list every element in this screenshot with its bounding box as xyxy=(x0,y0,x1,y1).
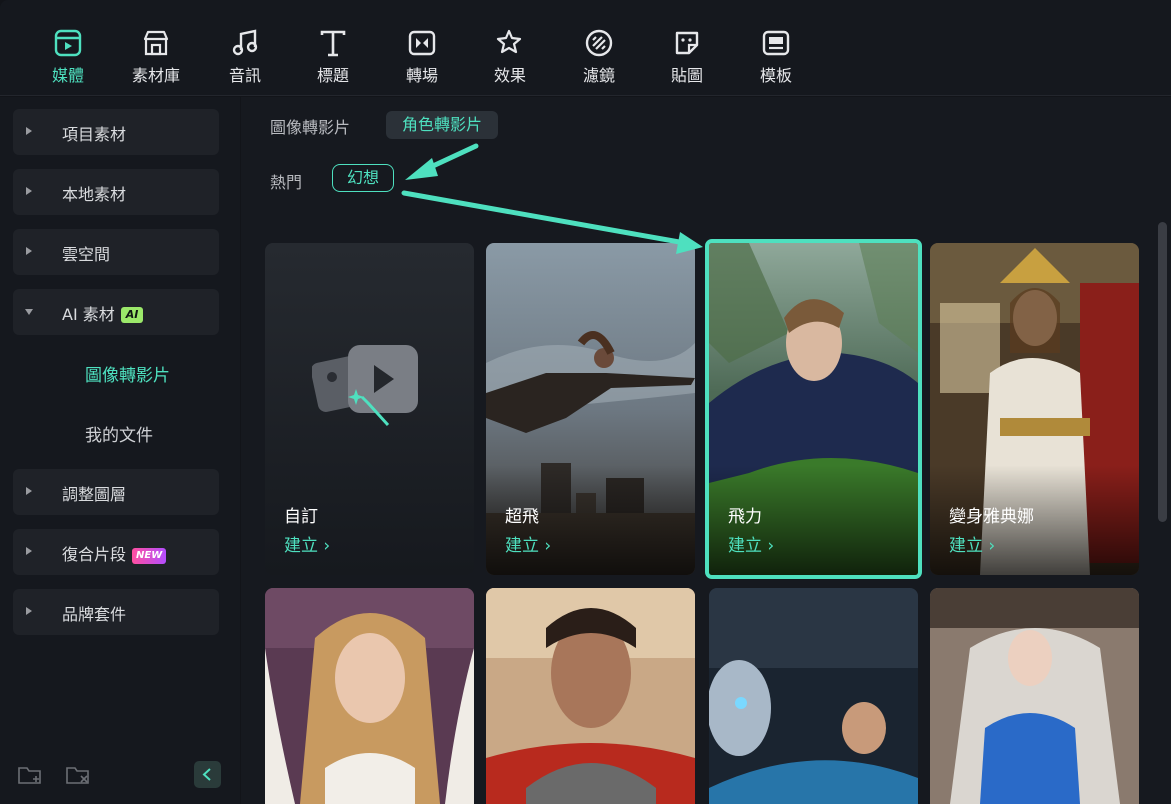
card-title: 變身雅典娜 xyxy=(949,507,1034,527)
toolbar-label: 模板 xyxy=(759,66,792,85)
caret-right-icon xyxy=(26,547,32,555)
cyborg-thumbnail xyxy=(709,588,918,804)
sidebar-item-label: 調整圖層 xyxy=(62,485,127,504)
caret-right-icon xyxy=(26,247,32,255)
new-badge: NEW xyxy=(132,548,167,564)
toolbar-stickers[interactable]: 貼圖 xyxy=(647,28,727,88)
image-to-video-icon xyxy=(312,345,418,427)
sidebar-item-label: 品牌套件 xyxy=(62,605,127,624)
tab-image-to-video[interactable]: 圖像轉影片 xyxy=(270,114,350,138)
card-title: 飛力 xyxy=(728,507,762,527)
effects-star-icon xyxy=(496,29,522,54)
toolbar-audio[interactable]: 音訊 xyxy=(205,28,285,88)
sidebar-item-label: 雲空間 xyxy=(62,245,111,264)
sidebar-item-local-assets[interactable]: 本地素材 xyxy=(13,169,219,215)
ice-princess-thumbnail xyxy=(930,588,1139,804)
toolbar-label: 音訊 xyxy=(228,66,261,85)
template-card-athena[interactable]: 變身雅典娜 建立 › xyxy=(930,243,1139,575)
card-create-link[interactable]: 建立 › xyxy=(505,531,551,556)
hero-thumbnail xyxy=(486,588,695,804)
angel-thumbnail xyxy=(265,588,474,804)
toolbar-label: 貼圖 xyxy=(670,66,703,85)
content-scrollbar[interactable] xyxy=(1158,222,1167,522)
sidebar-item-label-wrap: 復合片段 NEW xyxy=(62,541,167,565)
sidebar-item-adjustment-layer[interactable]: 調整圖層 xyxy=(13,469,219,515)
top-toolbar: 媒體 素材庫 音訊 標題 轉場 效果 濾鏡 貼圖 模板 xyxy=(0,0,1171,96)
toolbar-media[interactable]: 媒體 xyxy=(28,28,108,88)
sidebar-item-label: AI 素材 xyxy=(62,305,115,324)
template-card-superfly[interactable]: 超飛 建立 › xyxy=(486,243,695,575)
delete-folder-icon[interactable] xyxy=(65,764,91,786)
card-create-link[interactable]: 建立 › xyxy=(728,531,774,556)
sidebar-item-label: 復合片段 xyxy=(62,545,127,564)
template-card-angel[interactable] xyxy=(265,588,474,804)
caret-right-icon xyxy=(26,187,32,195)
filter-label-popular: 熱門 xyxy=(270,173,303,192)
toolbar-label: 濾鏡 xyxy=(582,66,615,85)
caret-right-icon xyxy=(26,127,32,135)
toolbar-store[interactable]: 素材庫 xyxy=(116,28,196,88)
text-title-icon xyxy=(320,30,346,57)
card-create-link[interactable]: 建立 › xyxy=(949,531,995,556)
caret-down-icon xyxy=(25,309,33,315)
template-card-ice-princess[interactable] xyxy=(930,588,1139,804)
toolbar-templates[interactable]: 模板 xyxy=(736,28,816,88)
sidebar-item-label: 項目素材 xyxy=(62,125,127,144)
card-title: 自訂 xyxy=(284,507,318,527)
collapse-sidebar-button[interactable] xyxy=(194,761,221,788)
template-card-flying-power[interactable]: 飛力 建立 › xyxy=(705,239,922,579)
toolbar-transitions[interactable]: 轉場 xyxy=(382,28,462,88)
filter-icon xyxy=(585,29,613,57)
sidebar-item-label-wrap: AI 素材 AI xyxy=(62,301,144,325)
sidebar-item-cloud[interactable]: 雲空間 xyxy=(13,229,219,275)
toolbar-filters[interactable]: 濾鏡 xyxy=(559,28,639,88)
music-note-icon xyxy=(232,29,258,56)
filter-fantasy[interactable]: 幻想 xyxy=(332,164,395,192)
template-card-cyborg[interactable] xyxy=(709,588,918,804)
store-icon xyxy=(143,30,169,56)
sidebar-item-ai-assets[interactable]: AI 素材 AI xyxy=(13,289,219,335)
sidebar-subitem-my-files[interactable]: 我的文件 xyxy=(85,421,153,446)
card-create-link[interactable]: 建立 › xyxy=(284,531,330,556)
card-title: 超飛 xyxy=(505,507,539,527)
ai-badge: AI xyxy=(120,307,144,323)
new-folder-icon[interactable] xyxy=(17,764,43,786)
sidebar-item-brand-kit[interactable]: 品牌套件 xyxy=(13,589,219,635)
toolbar-label: 標題 xyxy=(316,66,349,85)
caret-right-icon xyxy=(26,607,32,615)
media-icon xyxy=(54,29,82,57)
toolbar-label: 轉場 xyxy=(405,66,438,85)
sidebar-item-compound-clip[interactable]: 復合片段 NEW xyxy=(13,529,219,575)
sidebar-item-project-assets[interactable]: 項目素材 xyxy=(13,109,219,155)
template-card-custom[interactable]: 自訂 建立 › xyxy=(265,243,474,575)
transition-icon xyxy=(408,30,436,56)
chevron-left-icon xyxy=(202,768,211,781)
toolbar-label: 媒體 xyxy=(51,66,84,85)
caret-right-icon xyxy=(26,487,32,495)
sidebar-item-label: 本地素材 xyxy=(62,185,127,204)
tab-character-to-video[interactable]: 角色轉影片 xyxy=(386,111,499,139)
toolbar-titles[interactable]: 標題 xyxy=(293,28,373,88)
toolbar-label: 素材庫 xyxy=(131,66,180,85)
template-icon xyxy=(762,30,790,56)
sticker-icon xyxy=(675,31,699,55)
toolbar-effects[interactable]: 效果 xyxy=(470,28,550,88)
template-card-hero[interactable] xyxy=(486,588,695,804)
toolbar-label: 效果 xyxy=(493,66,526,85)
sidebar-subitem-image-to-video[interactable]: 圖像轉影片 xyxy=(85,361,170,386)
